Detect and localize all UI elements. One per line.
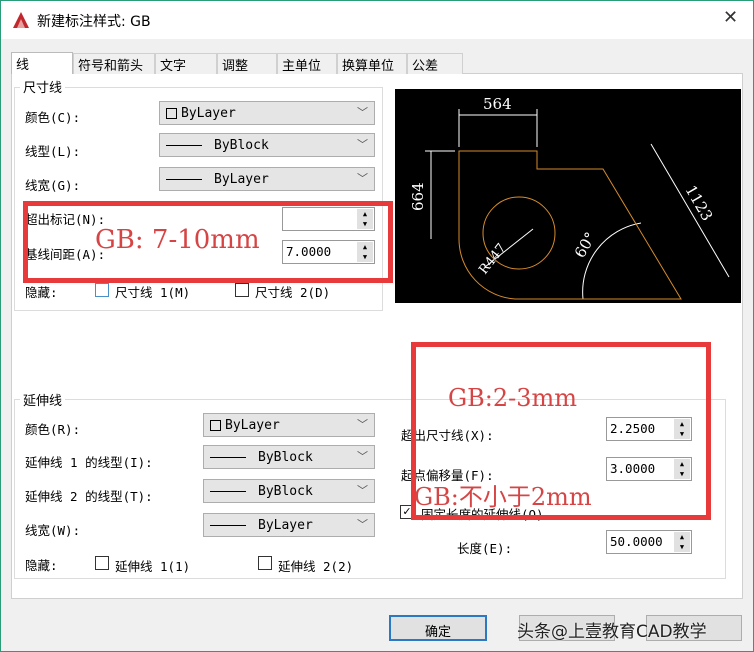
suppress-dim1-checkbox[interactable] [95,283,109,297]
preview-dim-diag: 1123 [682,182,717,224]
preview-radius: R447 [476,241,509,278]
ok-button[interactable]: 确定 [389,615,487,641]
ext-lineweight-value: ByLayer [258,517,313,533]
annotation-text-1: GB: 7-10mm [95,225,260,255]
preview-canvas: 564 664 1123 R447 60° [395,89,741,303]
close-button[interactable]: ✕ [723,7,738,28]
line-sample-icon [210,490,246,492]
ext-color-value: ByLayer [225,417,280,433]
ext1-linetype-value: ByBlock [258,449,313,465]
length-label: 长度(E): [457,541,513,556]
chevron-down-icon: ﹀ [357,138,368,151]
chevron-down-icon: ﹀ [357,450,368,463]
ext2-linetype-label: 延伸线 2 的线型(T): [25,489,153,504]
chevron-down-icon: ﹀ [357,418,368,431]
dim-suppress-label: 隐藏: [25,285,58,300]
ext2-linetype-value: ByBlock [258,483,313,499]
suppress-ext2-checkbox[interactable] [258,556,272,570]
dim-lineweight-label: 线宽(G): [25,178,81,193]
preview-dim-left: 664 [409,182,427,211]
dim-lineweight-value: ByLayer [214,171,269,187]
length-spinner[interactable]: 50.0000 ▲ ▼ [606,530,692,554]
dim-color-label: 颜色(C): [25,110,81,125]
line-sample-icon [166,178,202,180]
dim-color-value: ByLayer [181,105,236,121]
ext2-linetype-select[interactable]: ByBlock ﹀ [203,479,375,503]
suppress-dim2-checkbox[interactable] [235,283,249,297]
suppress-ext2-label: 延伸线 2(2) [278,559,354,574]
color-swatch-icon [166,107,177,119]
length-value: 50.0000 [610,534,663,549]
tab-tolerances[interactable]: 公差 [407,53,463,74]
tab-fit[interactable]: 调整 [217,53,277,74]
tab-text[interactable]: 文字 [155,53,217,74]
line-sample-icon [166,144,202,146]
ext1-linetype-select[interactable]: ByBlock ﹀ [203,445,375,469]
tab-primary-units[interactable]: 主单位 [277,53,337,74]
preview-angle: 60° [571,229,600,261]
preview-dim-top: 564 [483,95,512,113]
autocad-logo-icon [13,12,29,28]
suppress-dim1-label: 尺寸线 1(M) [115,285,191,300]
line-sample-icon [210,456,246,458]
dim-lines-group-label: 尺寸线 [20,77,66,96]
annotation-text-2: GB:2-3mm [448,384,578,412]
chevron-down-icon: ﹀ [357,172,368,185]
dim-linetype-label: 线型(L): [25,144,81,159]
dim-color-select[interactable]: ByLayer ﹀ [159,101,375,125]
line-sample-icon [210,524,246,526]
chevron-down-icon: ﹀ [357,106,368,119]
ext-lines-group-label: 延伸线 [20,390,66,409]
dim-lineweight-select[interactable]: ByLayer ﹀ [159,167,375,191]
ext-lineweight-select[interactable]: ByLayer ﹀ [203,513,375,537]
suppress-dim2-label: 尺寸线 2(D) [255,285,331,300]
tab-lines[interactable]: 线 [11,52,73,74]
chevron-down-icon: ﹀ [357,518,368,531]
window-title: 新建标注样式: GB [37,14,151,30]
ext-suppress-label: 隐藏: [25,558,58,573]
ext-lineweight-label: 线宽(W): [25,523,81,538]
dim-linetype-value: ByBlock [214,137,269,153]
chevron-down-icon: ﹀ [357,484,368,497]
ext-color-select[interactable]: ByLayer ﹀ [203,413,375,437]
ext1-linetype-label: 延伸线 1 的线型(I): [25,455,153,470]
watermark: 头条@上壹教育CAD教学 [517,622,707,642]
tab-symbols-arrows[interactable]: 符号和箭头 [73,53,155,74]
dim-linetype-select[interactable]: ByBlock ﹀ [159,133,375,157]
spinner-arrows-icon[interactable]: ▲ ▼ [674,532,690,552]
suppress-ext1-checkbox[interactable] [95,556,109,570]
color-swatch-icon [210,419,221,431]
ext-color-label: 颜色(R): [25,422,81,437]
suppress-ext1-label: 延伸线 1(1) [115,559,191,574]
tab-alternate-units[interactable]: 换算单位 [337,53,407,74]
annotation-text-3: GB:不小于2mm [414,483,592,511]
